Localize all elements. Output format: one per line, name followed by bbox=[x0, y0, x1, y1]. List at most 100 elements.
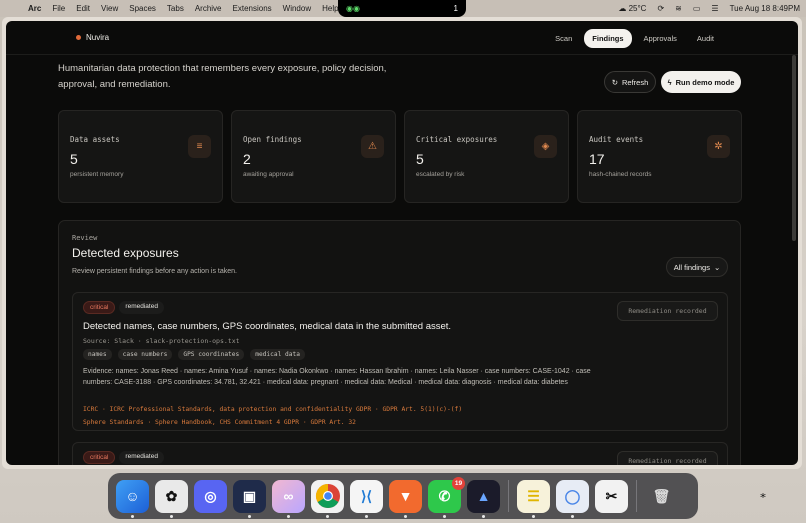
menu-bar: Arc File Edit View Spaces Tabs Archive E… bbox=[0, 0, 806, 17]
control-center-icon[interactable]: ☰ bbox=[711, 4, 718, 13]
finding-badges: critical remediated bbox=[83, 301, 164, 314]
refresh-button[interactable]: ↻ Refresh bbox=[604, 71, 656, 93]
finding-card: critical remediated Remediation recorded bbox=[72, 442, 728, 465]
finding-reference: ICRC · ICRC Professional Standards, data… bbox=[83, 406, 463, 413]
finder-icon[interactable]: ☺ bbox=[116, 479, 149, 518]
top-bar: Nuvira Scan Findings Approvals Audit bbox=[6, 21, 798, 55]
chip-medical: medical data bbox=[250, 349, 305, 360]
menu-window[interactable]: Window bbox=[283, 4, 311, 13]
battery-icon[interactable]: ▭ bbox=[693, 4, 701, 13]
review-description: Review persistent findings before any ac… bbox=[72, 268, 237, 275]
stat-label: Data assets bbox=[70, 135, 120, 144]
menu-extensions[interactable]: Extensions bbox=[233, 4, 272, 13]
finding-badges: critical remediated bbox=[83, 451, 164, 464]
refresh-label: Refresh bbox=[622, 77, 649, 87]
running-indicator bbox=[532, 514, 535, 518]
weather-widget[interactable]: ☁ 25°C bbox=[618, 4, 646, 13]
chatgpt-icon[interactable]: ✿ bbox=[155, 479, 188, 518]
findings-filter-select[interactable]: All findings ⌄ bbox=[666, 257, 728, 277]
vscode-icon[interactable]: ⟩⟨ bbox=[350, 479, 383, 518]
screenshot-icon[interactable]: ▣ bbox=[233, 479, 266, 518]
fingerprint-icon: ✲ bbox=[707, 135, 730, 158]
review-title: Detected exposures bbox=[72, 246, 179, 260]
tab-approvals[interactable]: Approvals bbox=[636, 29, 685, 48]
tab-scan[interactable]: Scan bbox=[547, 29, 580, 48]
brand[interactable]: Nuvira bbox=[76, 33, 109, 42]
clock[interactable]: Tue Aug 18 8:49PM bbox=[730, 4, 800, 13]
running-indicator bbox=[248, 514, 251, 518]
shield-icon: ◈ bbox=[534, 135, 557, 158]
mirror-icon[interactable]: ◯ bbox=[556, 479, 589, 518]
stat-sub: hash-chained records bbox=[589, 171, 652, 178]
finding-chips: names case numbers GPS coordinates medic… bbox=[83, 349, 305, 360]
dock: ☺ ✿ ◎ ▣ ∞ ⟩⟨ ▼ ✆ 19 ▲ ☰ ◯ ✂ 🗑 bbox=[108, 473, 698, 519]
status-badge: remediated bbox=[119, 451, 164, 464]
stat-value: 5 bbox=[416, 151, 424, 167]
running-indicator bbox=[326, 514, 329, 518]
stat-card-open-findings: Open findings 2 awaiting approval ⚠ bbox=[231, 110, 396, 203]
warning-icon: ⚠ bbox=[361, 135, 384, 158]
menu-help[interactable]: Help bbox=[322, 4, 338, 13]
running-indicator bbox=[443, 514, 446, 518]
activity-icon[interactable]: ◉◉ bbox=[346, 4, 360, 13]
menu-tabs[interactable]: Tabs bbox=[167, 4, 184, 13]
brand-name: Nuvira bbox=[86, 33, 110, 42]
sync-icon[interactable]: ⟳ bbox=[657, 4, 664, 13]
stat-value: 2 bbox=[243, 151, 251, 167]
refresh-icon: ↻ bbox=[611, 77, 619, 87]
database-icon: ≡ bbox=[188, 135, 211, 158]
stat-label: Open findings bbox=[243, 135, 302, 144]
trash-icon[interactable]: 🗑 bbox=[645, 480, 678, 513]
menu-view[interactable]: View bbox=[101, 4, 118, 13]
remediation-recorded-button[interactable]: Remediation recorded bbox=[617, 301, 718, 321]
chip-case-numbers: case numbers bbox=[117, 349, 173, 360]
tab-findings[interactable]: Findings bbox=[584, 29, 632, 48]
running-indicator bbox=[571, 514, 574, 518]
review-panel: Review Detected exposures Review persist… bbox=[58, 220, 741, 465]
finding-card: critical remediated Remediation recorded… bbox=[72, 292, 728, 431]
brand-dot-icon bbox=[76, 35, 81, 40]
notification-badge: 19 bbox=[452, 476, 465, 490]
menu-app-name[interactable]: Arc bbox=[28, 4, 41, 13]
run-demo-button[interactable]: ϟ Run demo mode bbox=[661, 71, 741, 93]
severity-badge: critical bbox=[83, 301, 116, 314]
camera-notch: ◉◉ 1 bbox=[338, 0, 466, 17]
whatsapp-icon[interactable]: ✆ 19 bbox=[428, 476, 465, 518]
status-badge: remediated bbox=[119, 301, 164, 314]
tab-audit[interactable]: Audit bbox=[689, 29, 722, 48]
running-indicator bbox=[170, 514, 173, 518]
notes-icon[interactable]: ☰ bbox=[517, 479, 550, 518]
stats-row: Data assets 5 persistent memory ≡ Open f… bbox=[58, 110, 742, 203]
stat-sub: awaiting approval bbox=[243, 171, 294, 178]
wifi-icon[interactable]: ≋ bbox=[675, 4, 682, 13]
finding-title: Detected names, case numbers, GPS coordi… bbox=[83, 321, 452, 332]
chrome-icon[interactable] bbox=[311, 479, 344, 518]
menu-spaces[interactable]: Spaces bbox=[129, 4, 156, 13]
arc-search-icon[interactable]: ▲ bbox=[467, 479, 500, 518]
brave-icon[interactable]: ▼ bbox=[389, 479, 422, 518]
stat-label: Critical exposures bbox=[416, 135, 498, 144]
mouse-pointer-icon: ⁎ bbox=[760, 487, 766, 501]
hero-text: Humanitarian data protection that rememb… bbox=[58, 63, 387, 90]
lightning-icon: ϟ bbox=[667, 77, 672, 87]
remediation-recorded-button[interactable]: Remediation recorded bbox=[617, 451, 718, 465]
scrollbar[interactable] bbox=[792, 55, 796, 241]
running-indicator bbox=[287, 514, 290, 518]
arc-icon[interactable]: ∞ bbox=[272, 479, 305, 518]
finding-source: Source: Slack · slack-protection-ops.txt bbox=[83, 337, 240, 345]
stat-value: 5 bbox=[70, 151, 78, 167]
finding-reference: Sphere Standards · Sphere Handbook, CHS … bbox=[83, 419, 356, 426]
discord-icon[interactable]: ◎ bbox=[194, 479, 227, 513]
capcut-icon[interactable]: ✂ bbox=[595, 479, 628, 513]
menu-file[interactable]: File bbox=[52, 4, 65, 13]
stat-value: 17 bbox=[589, 151, 605, 167]
review-eyebrow: Review bbox=[72, 234, 98, 242]
menu-edit[interactable]: Edit bbox=[76, 4, 90, 13]
chrome-logo bbox=[315, 484, 340, 509]
notch-count: 1 bbox=[453, 4, 458, 13]
dock-separator bbox=[636, 480, 637, 512]
menu-archive[interactable]: Archive bbox=[195, 4, 222, 13]
chip-names: names bbox=[83, 349, 112, 360]
stat-label: Audit events bbox=[589, 135, 644, 144]
main-nav: Scan Findings Approvals Audit bbox=[547, 29, 722, 48]
